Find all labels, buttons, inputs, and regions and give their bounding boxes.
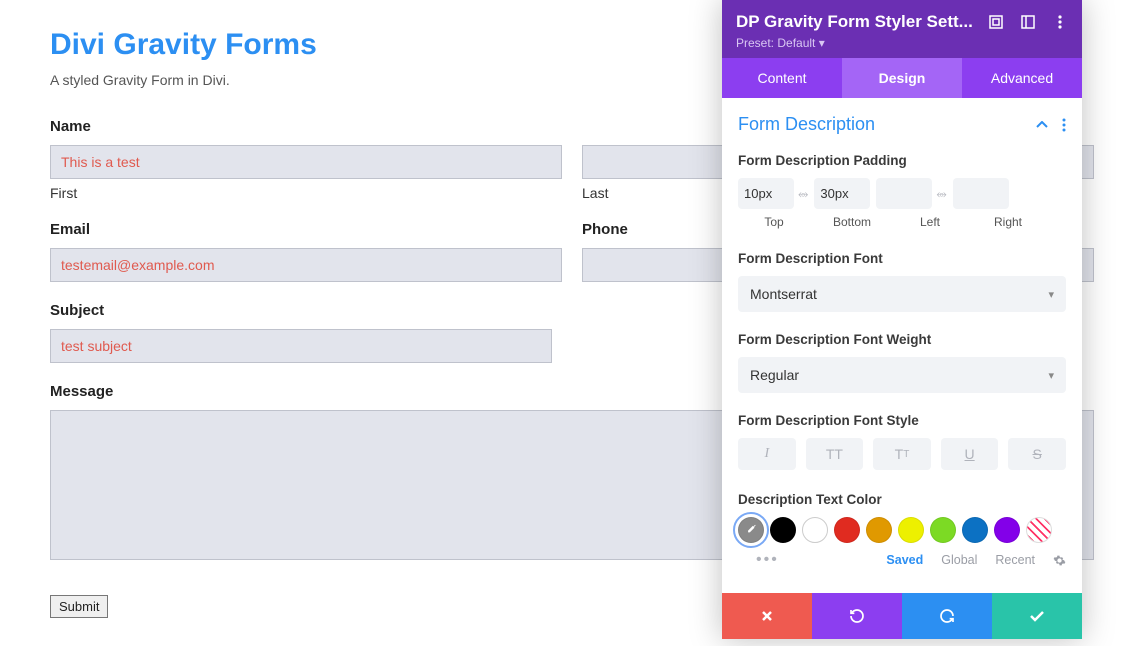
color-swatch-black[interactable] (770, 517, 796, 543)
uppercase-button[interactable]: TT (806, 438, 864, 470)
padding-left-input[interactable] (876, 178, 932, 209)
color-swatch-yellow[interactable] (898, 517, 924, 543)
redo-button[interactable] (902, 593, 992, 639)
font-label: Form Description Font (738, 251, 1066, 266)
color-swatch-white[interactable] (802, 517, 828, 543)
color-swatches (738, 517, 1066, 543)
color-swatch-red[interactable] (834, 517, 860, 543)
pad-right-label: Right (972, 215, 1044, 229)
section-menu-icon[interactable] (1062, 118, 1066, 132)
chevron-down-icon: ▾ (1048, 288, 1054, 301)
link-icon[interactable]: ⥈ (936, 186, 946, 202)
color-swatch-purple[interactable] (994, 517, 1020, 543)
color-swatch-orange[interactable] (866, 517, 892, 543)
collapse-icon[interactable] (1036, 121, 1048, 129)
section-header[interactable]: Form Description (738, 114, 1066, 135)
submit-button[interactable]: Submit (50, 595, 108, 618)
panel-title: DP Gravity Form Styler Sett... (736, 12, 988, 32)
weight-select[interactable]: Regular ▾ (738, 357, 1066, 393)
color-picker-button[interactable] (738, 517, 764, 543)
kebab-menu-icon[interactable] (1052, 14, 1068, 30)
first-name-input[interactable] (50, 145, 562, 179)
link-icon[interactable]: ⥈ (798, 186, 808, 202)
chevron-down-icon: ▾ (1048, 369, 1054, 382)
color-swatch-blue[interactable] (962, 517, 988, 543)
pad-left-label: Left (894, 215, 966, 229)
color-tab-global[interactable]: Global (941, 553, 977, 567)
panel-tabs: Content Design Advanced (722, 58, 1082, 98)
expand-icon[interactable] (988, 14, 1004, 30)
panel-footer (722, 593, 1082, 639)
subject-input[interactable] (50, 329, 552, 363)
email-label: Email (50, 221, 562, 238)
responsive-icon[interactable] (1020, 14, 1036, 30)
padding-top-input[interactable] (738, 178, 794, 209)
gear-icon[interactable] (1053, 554, 1066, 567)
color-tab-recent[interactable]: Recent (995, 553, 1035, 567)
style-label: Form Description Font Style (738, 413, 1066, 428)
panel-body: Form Description Form Description Paddin… (722, 98, 1082, 593)
first-sublabel: First (50, 185, 562, 201)
weight-value: Regular (750, 367, 799, 383)
panel-header: DP Gravity Form Styler Sett... Preset: D… (722, 0, 1082, 58)
email-input[interactable] (50, 248, 562, 282)
undo-button[interactable] (812, 593, 902, 639)
font-value: Montserrat (750, 286, 817, 302)
padding-bottom-input[interactable] (814, 178, 870, 209)
save-button[interactable] (992, 593, 1082, 639)
italic-button[interactable]: I (738, 438, 796, 470)
tab-advanced[interactable]: Advanced (962, 58, 1082, 98)
weight-label: Form Description Font Weight (738, 332, 1066, 347)
color-label: Description Text Color (738, 492, 1066, 507)
color-swatch-none[interactable] (1026, 517, 1052, 543)
color-tab-saved[interactable]: Saved (886, 553, 923, 567)
padding-label: Form Description Padding (738, 153, 1066, 168)
pad-top-label: Top (738, 215, 810, 229)
settings-panel: DP Gravity Form Styler Sett... Preset: D… (722, 0, 1082, 639)
underline-button[interactable]: U (941, 438, 999, 470)
padding-right-input[interactable] (953, 178, 1009, 209)
more-dots-icon[interactable]: ••• (756, 551, 779, 569)
pad-bottom-label: Bottom (816, 215, 888, 229)
color-swatch-green[interactable] (930, 517, 956, 543)
cancel-button[interactable] (722, 593, 812, 639)
section-title: Form Description (738, 114, 875, 135)
tab-design[interactable]: Design (842, 58, 962, 98)
smallcaps-button[interactable]: TT (873, 438, 931, 470)
strike-button[interactable]: S (1008, 438, 1066, 470)
preset-label[interactable]: Preset: Default ▾ (736, 36, 1068, 50)
tab-content[interactable]: Content (722, 58, 842, 98)
font-select[interactable]: Montserrat ▾ (738, 276, 1066, 312)
